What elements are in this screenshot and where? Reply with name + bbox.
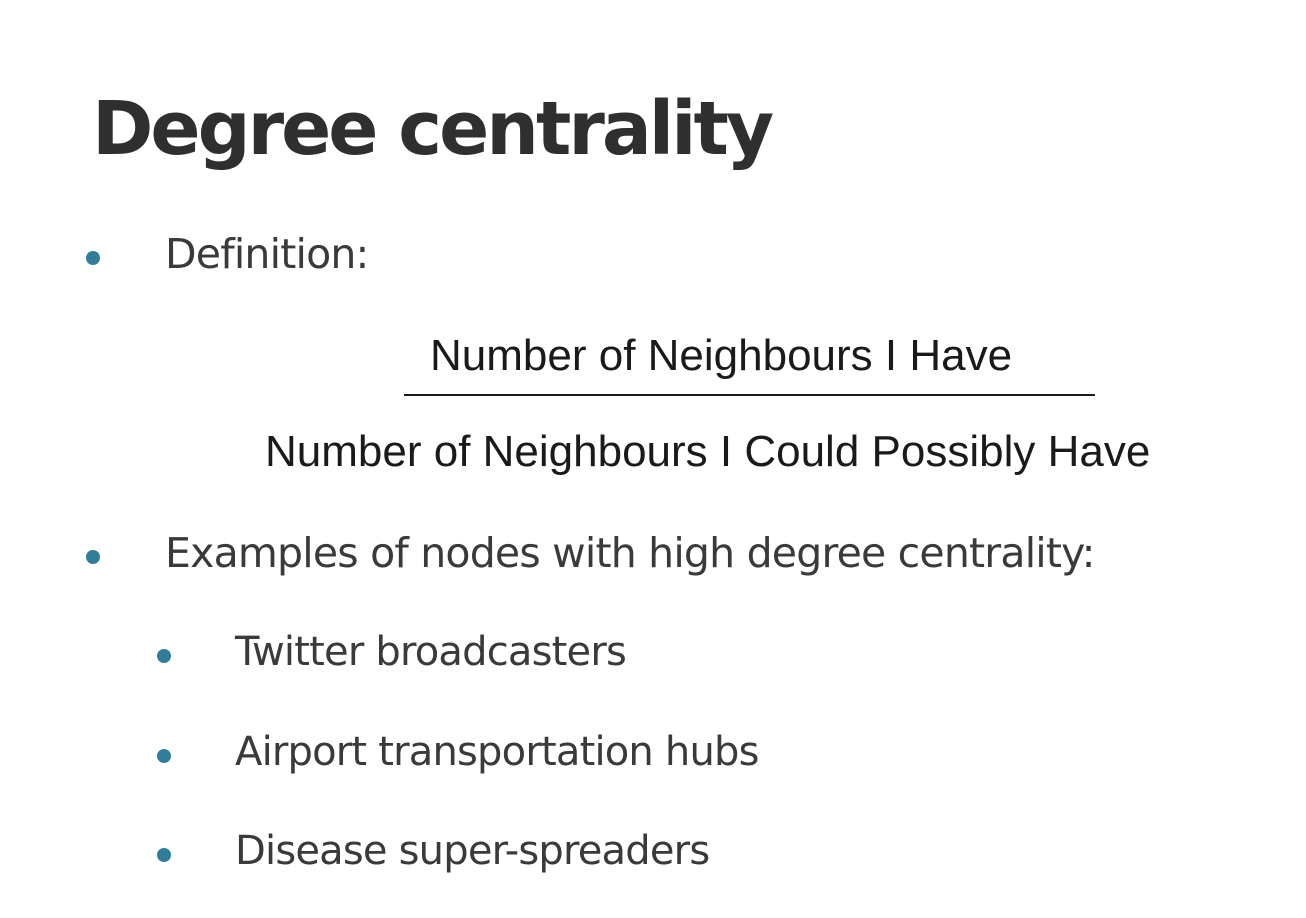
slide-title: Degree centrality (92, 86, 774, 172)
example-item: Twitter broadcasters (235, 629, 627, 675)
fraction-numerator: Number of Neighbours I Have (430, 331, 1013, 380)
bullet-definition: Definition: (165, 230, 369, 278)
example-item: Airport transportation hubs (235, 729, 759, 775)
bullet-dot (86, 550, 100, 564)
sub-bullet-dot (157, 749, 171, 763)
fraction-bar (404, 394, 1095, 396)
bullet-examples: Examples of nodes with high degree centr… (165, 529, 1095, 577)
example-item: Disease super-spreaders (235, 828, 710, 874)
sub-bullet-dot (157, 848, 171, 862)
bullet-dot (86, 251, 100, 265)
fraction-denominator: Number of Neighbours I Could Possibly Ha… (265, 427, 1151, 476)
sub-bullet-dot (157, 649, 171, 663)
